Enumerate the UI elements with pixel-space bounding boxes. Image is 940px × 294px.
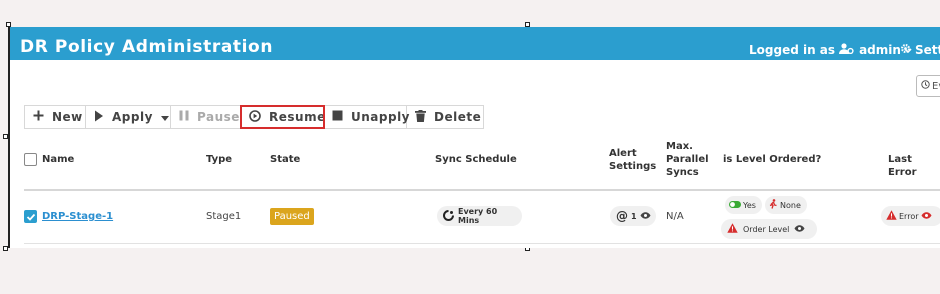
order-level-text: Order Level	[743, 224, 790, 234]
caret-down-icon	[160, 110, 169, 124]
pause-label: Pause	[197, 110, 240, 124]
pause-button[interactable]: Pause	[171, 106, 241, 128]
policy-type: Stage1	[206, 211, 242, 222]
select-all-checkbox[interactable]	[24, 153, 37, 166]
level-none-text: None	[780, 200, 801, 210]
eye-icon	[640, 211, 651, 221]
page-title: DR Policy Administration	[20, 37, 274, 57]
warning-icon	[886, 210, 897, 222]
delete-label: Delete	[434, 110, 482, 124]
warning-icon	[727, 223, 738, 235]
new-button[interactable]: New	[25, 106, 86, 128]
max-header-line1: Max.	[666, 141, 693, 152]
max-header-line3: Syncs	[666, 167, 699, 178]
unapply-label: Unapply	[351, 110, 410, 124]
apply-button[interactable]: Apply	[86, 106, 171, 128]
clock-icon	[921, 80, 930, 92]
col-header-last-error[interactable]: Last Error	[888, 153, 940, 179]
policy-name-link[interactable]: DRP-Stage-1	[42, 211, 113, 222]
max-parallel-syncs: N/A	[666, 211, 684, 222]
events-label: Ev	[932, 80, 940, 92]
status-badge: Paused	[270, 208, 314, 225]
unapply-button[interactable]: Unapply	[324, 106, 410, 128]
toggle-on-icon	[729, 200, 741, 210]
delete-button[interactable]: Delete	[407, 106, 483, 128]
events-button[interactable]: Ev	[916, 75, 940, 97]
at-sign-icon: @	[616, 209, 628, 223]
col-header-sync-schedule[interactable]: Sync Schedule	[435, 153, 517, 166]
pause-icon	[179, 110, 189, 124]
apply-label: Apply	[112, 110, 153, 124]
user-gear-icon	[839, 43, 854, 57]
dr-policy-panel: DR Policy Administration Logged in as ad…	[10, 27, 940, 248]
play-circle-icon	[249, 109, 261, 125]
alert-header-line1: Alert	[609, 148, 637, 159]
level-yes-pill[interactable]: Yes	[725, 196, 762, 214]
logged-in-info: Logged in as admin	[749, 43, 912, 57]
last-error-text: Error	[899, 211, 919, 221]
new-label: New	[52, 110, 83, 124]
alert-count: 1	[631, 211, 637, 221]
last-error-pill[interactable]: Error	[881, 206, 940, 226]
schedule-icon	[443, 209, 454, 223]
row-divider	[24, 243, 940, 244]
eye-icon	[794, 224, 805, 234]
logged-in-label: Logged in as	[749, 43, 836, 57]
resume-label: Resume	[269, 110, 326, 124]
level-yes-text: Yes	[743, 200, 756, 210]
row-checkbox[interactable]	[24, 210, 37, 223]
play-icon	[94, 110, 104, 125]
action-toolbar: New Apply Pause Resume Unapply Delete	[24, 105, 484, 129]
max-header-line2: Parallel	[666, 154, 709, 165]
alert-settings-pill[interactable]: @ 1	[610, 206, 656, 226]
col-header-state[interactable]: State	[270, 153, 300, 166]
col-header-name[interactable]: Name	[42, 153, 74, 166]
running-person-icon	[769, 199, 777, 211]
trash-icon	[415, 109, 426, 125]
col-header-alert-settings[interactable]: Alert Settings	[609, 147, 656, 173]
sync-schedule-text: Every 60 Mins	[458, 207, 498, 225]
header-divider	[24, 189, 940, 191]
level-none-pill[interactable]: None	[765, 196, 807, 214]
sync-schedule-pill[interactable]: Every 60 Mins	[437, 206, 522, 226]
resume-button[interactable]: Resume	[240, 105, 326, 129]
order-level-pill[interactable]: Order Level	[721, 219, 817, 239]
col-header-level-ordered[interactable]: is Level Ordered?	[723, 153, 821, 166]
settings-menu[interactable]: Setti	[900, 43, 940, 57]
stop-icon	[332, 110, 343, 124]
settings-label: Setti	[915, 43, 940, 57]
col-header-type[interactable]: Type	[206, 153, 232, 166]
col-header-max-parallel-syncs[interactable]: Max. Parallel Syncs	[666, 140, 709, 179]
gear-icon	[900, 43, 911, 57]
app-header: DR Policy Administration Logged in as ad…	[10, 27, 940, 60]
plus-icon	[33, 110, 44, 124]
eye-icon	[921, 211, 932, 221]
username: admin	[859, 43, 901, 57]
alert-header-line2: Settings	[609, 161, 657, 172]
